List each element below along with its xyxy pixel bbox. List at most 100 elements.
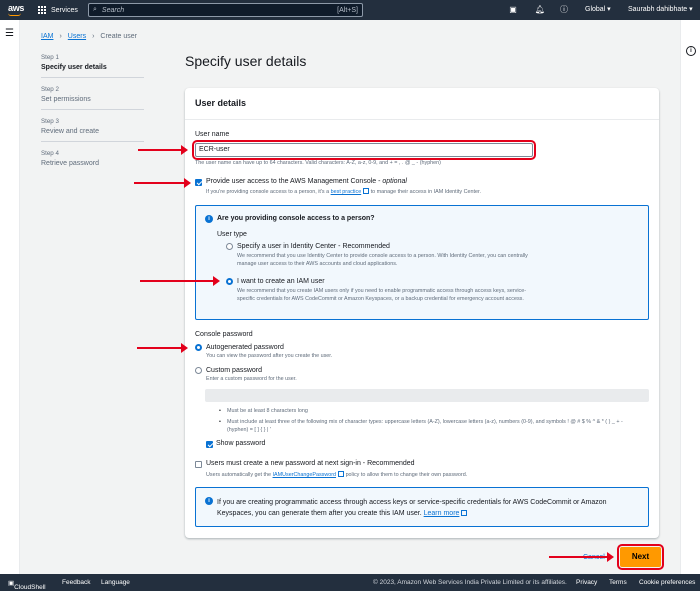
step-label: Retrieve password	[41, 160, 99, 167]
infobox-title: Are you providing console access to a pe…	[217, 215, 375, 222]
username-hint: The user name can have up to 64 characte…	[195, 160, 441, 166]
help-icon[interactable]: ⓘ	[558, 4, 570, 16]
region-selector[interactable]: Global ▾	[585, 3, 611, 17]
privacy-link[interactable]: Privacy	[576, 579, 597, 586]
info-icon[interactable]: i	[686, 46, 696, 56]
account-menu[interactable]: Saurabh dahibhate ▾	[628, 3, 693, 17]
chevron-right-icon: ›	[59, 33, 62, 40]
show-password-checkbox[interactable]	[206, 441, 213, 448]
language-link[interactable]: Language	[101, 579, 130, 586]
step-label: Review and create	[41, 128, 99, 135]
terms-link[interactable]: Terms	[609, 579, 627, 586]
chevron-right-icon: ›	[92, 33, 95, 40]
step-number: Step 2	[41, 86, 59, 93]
password-rule: Must be at least 8 characters long	[219, 408, 308, 416]
step-number: Step 1	[41, 54, 59, 61]
info-text: If you are creating programmatic access …	[217, 499, 607, 517]
cloudshell-footer-button[interactable]: ▣ CloudShell	[8, 579, 46, 591]
step-1: Step 1 Specify user details	[41, 54, 144, 78]
iam-user-radio[interactable]	[226, 278, 233, 285]
breadcrumb: IAM › Users › Create user	[41, 33, 137, 40]
iam-user-desc: We recommend that you create IAM users o…	[237, 288, 527, 302]
best-practice-link[interactable]: best practice	[331, 189, 362, 195]
footer: ▣ CloudShell Feedback Language © 2023, A…	[0, 574, 700, 591]
breadcrumb-create-user: Create user	[100, 33, 137, 40]
hint-text: If you're providing console access to a …	[206, 189, 330, 195]
show-password-label: Show password	[216, 440, 266, 447]
annotation-arrow	[138, 145, 188, 155]
programmatic-access-text: If you are creating programmatic access …	[217, 497, 637, 519]
info-icon: i	[205, 497, 213, 505]
search-placeholder: Search	[101, 6, 125, 14]
console-access-checkbox[interactable]	[195, 179, 202, 186]
iam-user-label: I want to create an IAM user	[237, 278, 325, 285]
autogenerated-password-radio[interactable]	[195, 344, 202, 351]
optional-tag: optional	[382, 178, 407, 185]
reset-password-desc: Users automatically get the IAMUserChang…	[206, 471, 467, 480]
console-access-infobox: i Are you providing console access to a …	[195, 205, 649, 320]
custom-password-input[interactable]	[205, 389, 649, 402]
annotation-arrow	[140, 276, 220, 286]
cloudshell-icon[interactable]: ▣	[507, 4, 519, 16]
menu-icon[interactable]: ☰	[5, 28, 14, 39]
grid-icon	[38, 5, 47, 15]
services-label: Services	[51, 6, 78, 14]
programmatic-access-infobox: i If you are creating programmatic acces…	[195, 487, 649, 527]
breadcrumb-users[interactable]: Users	[68, 33, 86, 40]
autogenerated-password-desc: You can view the password after you crea…	[206, 353, 333, 359]
breadcrumb-iam[interactable]: IAM	[41, 33, 53, 40]
annotation-arrow	[549, 552, 614, 562]
external-link-icon	[461, 510, 468, 516]
iam-policy-link[interactable]: IAMUserChangePassword	[273, 472, 337, 478]
learn-more-link[interactable]: Learn more	[424, 510, 460, 517]
annotation-arrow	[137, 343, 188, 353]
bell-icon[interactable]: 🔔︎	[534, 4, 546, 16]
feedback-link[interactable]: Feedback	[62, 579, 91, 586]
custom-password-label: Custom password	[206, 367, 263, 374]
search-shortcut: [Alt+S]	[337, 6, 358, 14]
cloudshell-label: CloudShell	[14, 584, 46, 591]
console-access-hint: If you're providing console access to a …	[206, 188, 646, 197]
custom-password-radio[interactable]	[195, 367, 202, 374]
console-password-label: Console password	[195, 331, 253, 338]
external-link-icon	[338, 471, 345, 477]
page-title: Specify user details	[185, 53, 307, 69]
step-3: Step 3 Review and create	[41, 118, 144, 142]
user-type-label: User type	[217, 231, 247, 238]
step-4: Step 4 Retrieve password	[41, 150, 144, 173]
panel-title: User details	[195, 98, 247, 108]
identity-center-radio[interactable]	[226, 243, 233, 250]
aws-logo[interactable]: aws	[8, 3, 24, 16]
step-label: Specify user details	[41, 64, 107, 71]
reset-password-checkbox[interactable]	[195, 461, 202, 468]
next-button[interactable]: Next	[617, 544, 664, 570]
annotation-arrow	[134, 178, 191, 188]
custom-password-desc: Enter a custom password for the user.	[206, 376, 297, 382]
hint-text: to manage their access in IAM Identity C…	[370, 189, 481, 195]
step-2: Step 2 Set permissions	[41, 86, 144, 110]
help-panel-rail: i	[680, 20, 700, 574]
password-rule: Must include at least three of the follo…	[219, 419, 645, 434]
top-navigation: aws Services ⌕ Search [Alt+S] ▣ 🔔︎ ⓘ Glo…	[0, 0, 700, 20]
copyright-text: © 2023, Amazon Web Services India Privat…	[373, 579, 567, 586]
identity-center-desc: We recommend that you use Identity Cente…	[237, 253, 528, 267]
divider	[185, 119, 659, 120]
username-label: User name	[195, 131, 230, 138]
console-access-text: Provide user access to the AWS Managemen…	[206, 178, 381, 185]
hint-text: policy to allow them to change their own…	[345, 472, 468, 478]
wizard-steps: Step 1 Specify user details Step 2 Set p…	[41, 54, 144, 181]
step-number: Step 4	[41, 150, 59, 157]
step-label: Set permissions	[41, 96, 91, 103]
reset-password-label: Users must create a new password at next…	[206, 460, 415, 467]
identity-center-label: Specify a user in Identity Center - Reco…	[237, 243, 390, 250]
search-input[interactable]: ⌕ Search [Alt+S]	[88, 3, 363, 17]
search-icon: ⌕	[93, 6, 97, 13]
info-icon: i	[205, 215, 213, 223]
side-navigation: ☰	[0, 20, 20, 574]
hint-text: Users automatically get the	[206, 472, 272, 478]
username-input[interactable]: ECR-user	[192, 140, 536, 160]
services-menu-button[interactable]: Services	[38, 3, 78, 17]
cookie-preferences-link[interactable]: Cookie preferences	[639, 579, 695, 586]
external-link-icon	[363, 188, 370, 194]
autogenerated-password-label: Autogenerated password	[206, 344, 284, 351]
